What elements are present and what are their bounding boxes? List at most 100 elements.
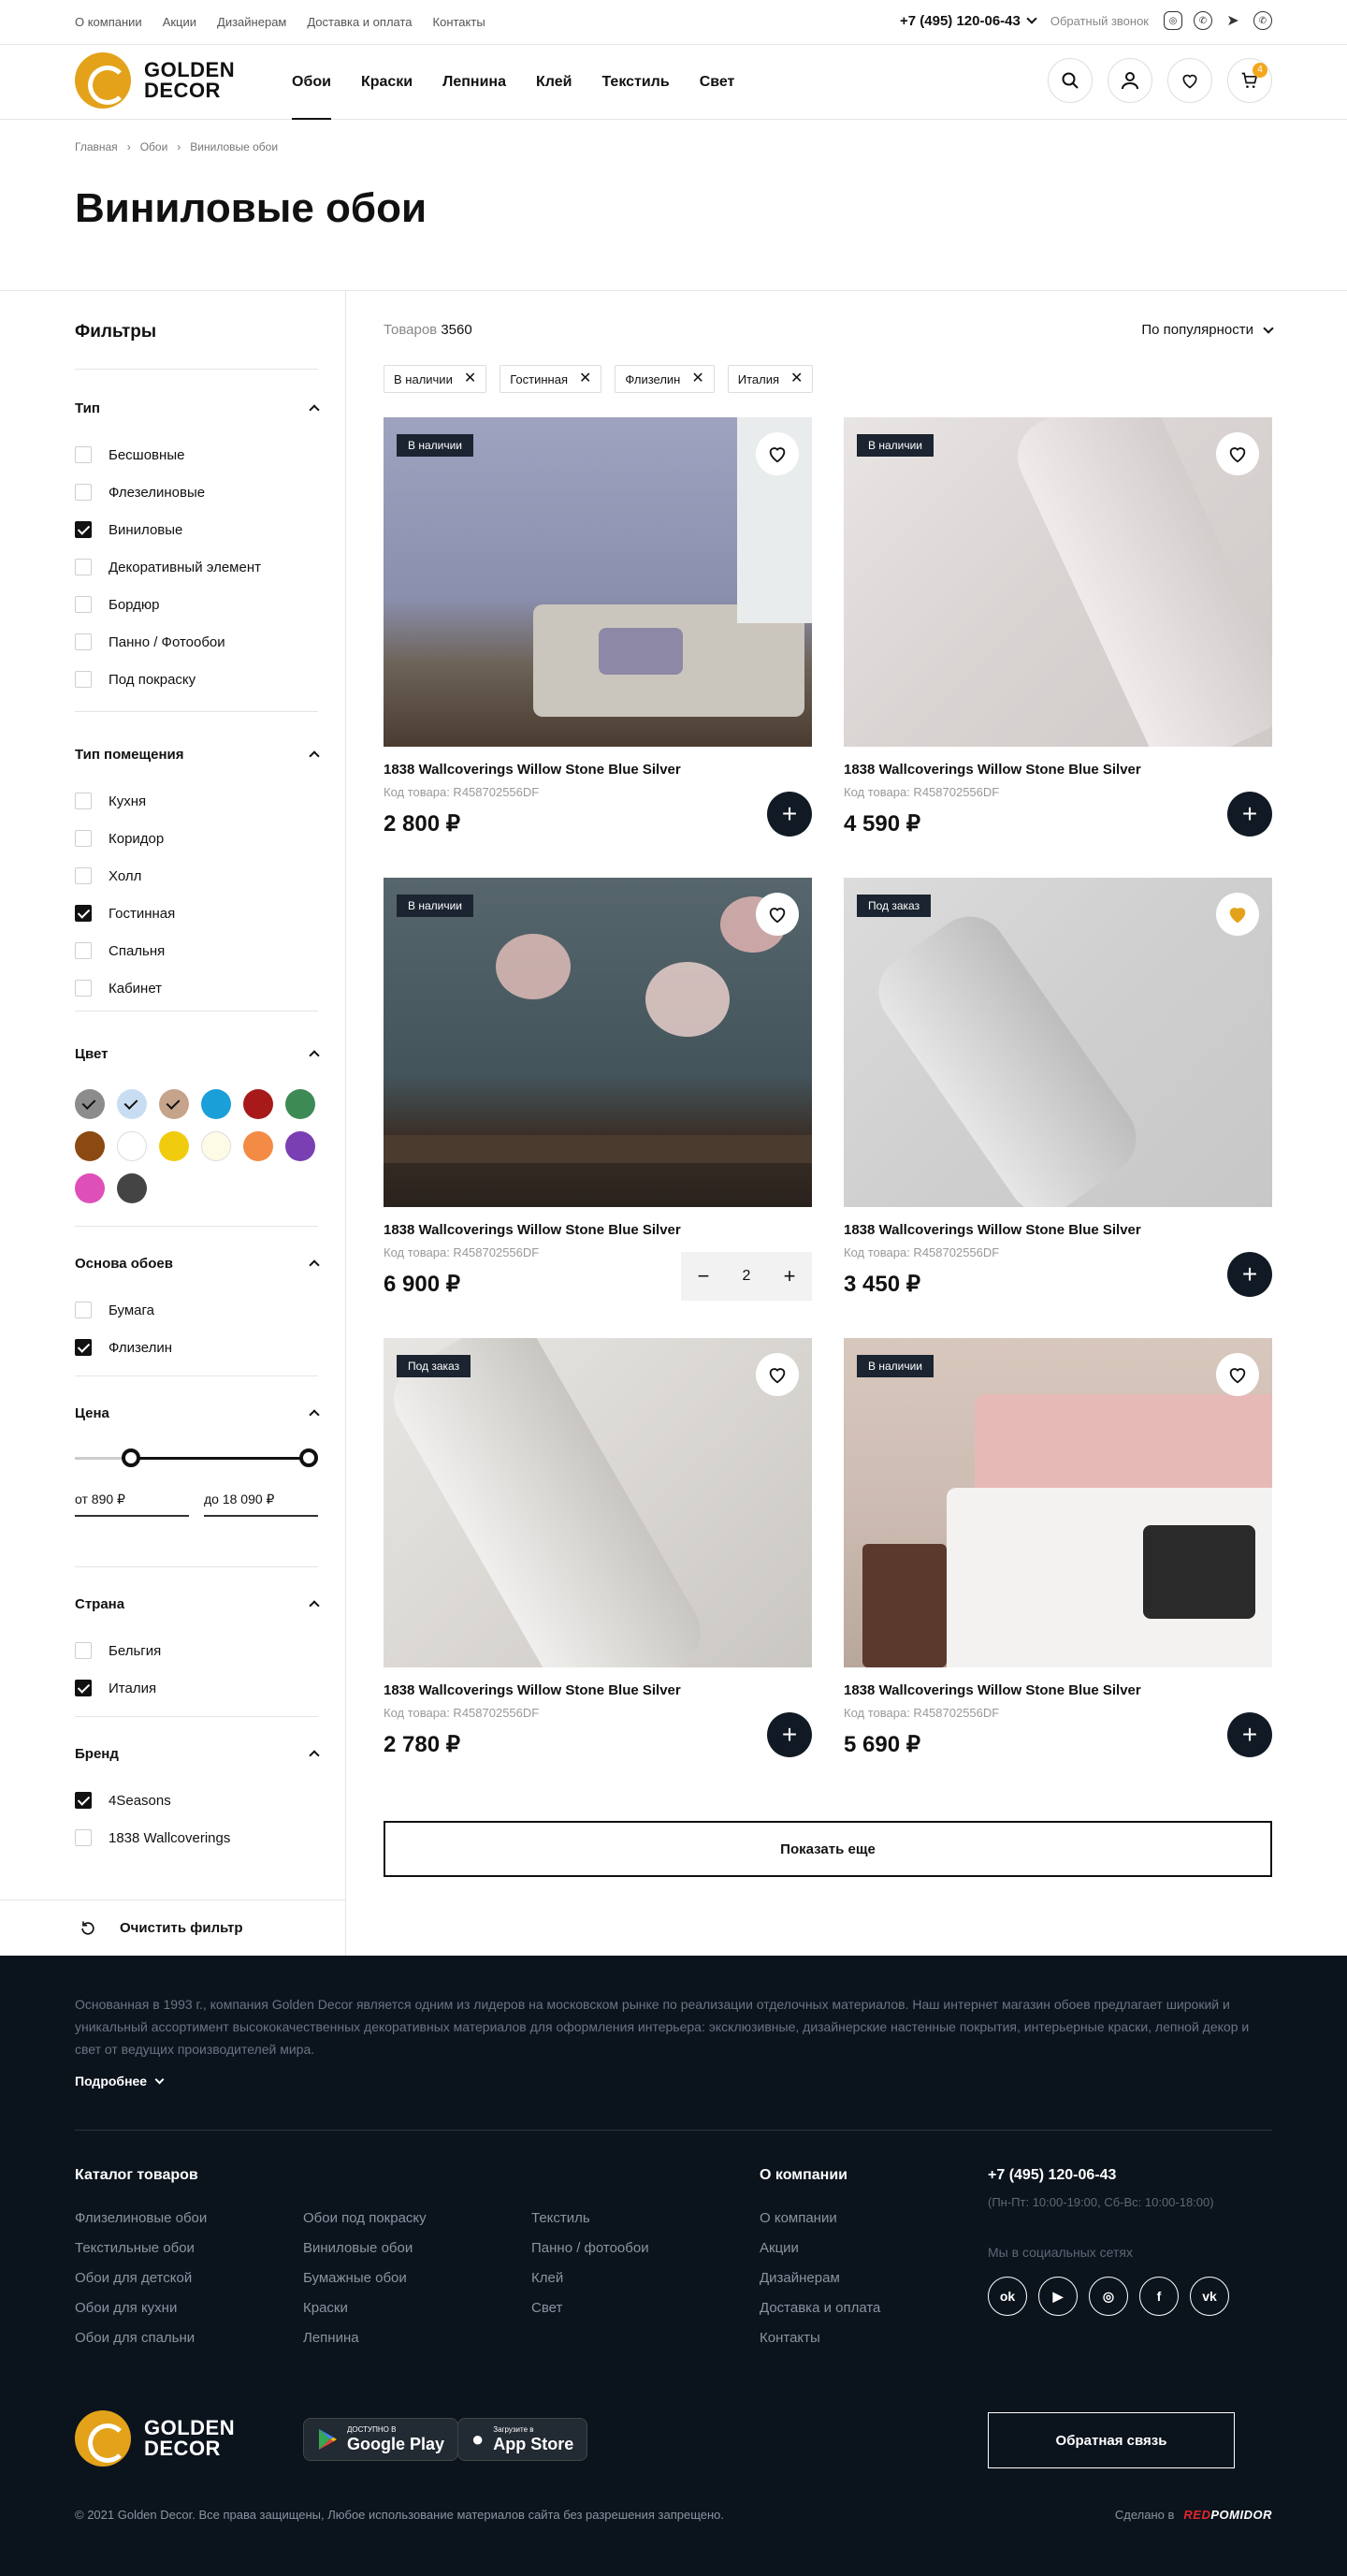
favorite-button[interactable] (756, 1353, 799, 1396)
footer-link[interactable]: Обои под покраску (303, 2210, 531, 2240)
breadcrumb-home[interactable]: Главная (75, 140, 118, 153)
footer-link[interactable]: Краски (303, 2300, 531, 2330)
footer-link[interactable]: Панно / фотообои (531, 2240, 718, 2270)
footer-link[interactable]: Свет (531, 2300, 718, 2330)
filter-option[interactable]: Виниловые (75, 511, 318, 548)
top-link-promo[interactable]: Акции (163, 15, 196, 29)
product-name[interactable]: 1838 Wallcoverings Willow Stone Blue Sil… (844, 762, 1272, 778)
checkbox-checked[interactable] (75, 1680, 92, 1696)
product-name[interactable]: 1838 Wallcoverings Willow Stone Blue Sil… (844, 1682, 1272, 1698)
color-swatch[interactable] (285, 1089, 315, 1119)
color-swatch[interactable] (285, 1131, 315, 1161)
product-card[interactable]: В наличии 1838 Wallcoverings Willow Ston… (384, 878, 812, 1301)
checkbox[interactable] (75, 633, 92, 650)
add-to-cart-button[interactable]: + (1227, 792, 1272, 837)
add-to-cart-button[interactable]: + (767, 792, 812, 837)
filter-option[interactable]: Бесшовные (75, 436, 318, 473)
checkbox[interactable] (75, 596, 92, 613)
product-card[interactable]: Под заказ 1838 Wallcoverings Willow Ston… (384, 1338, 812, 1757)
top-link-delivery[interactable]: Доставка и оплата (307, 15, 412, 29)
color-swatch[interactable] (117, 1173, 147, 1203)
checkbox[interactable] (75, 671, 92, 688)
top-link-designers[interactable]: Дизайнерам (217, 15, 286, 29)
color-swatch[interactable] (159, 1089, 189, 1119)
product-name[interactable]: 1838 Wallcoverings Willow Stone Blue Sil… (844, 1222, 1272, 1238)
footer-phone[interactable]: +7 (495) 120-06-43 (988, 2167, 1229, 2184)
checkbox[interactable] (75, 830, 92, 847)
feedback-button[interactable]: Обратная связь (988, 2412, 1235, 2468)
filter-price-header[interactable]: Цена (75, 1404, 320, 1422)
price-slider[interactable] (75, 1448, 318, 1467)
color-swatch[interactable] (75, 1173, 105, 1203)
nav-wallpaper[interactable]: Обои (292, 45, 331, 120)
nav-light[interactable]: Свет (700, 45, 735, 120)
color-swatch[interactable] (201, 1131, 231, 1161)
filter-color-header[interactable]: Цвет (75, 1044, 320, 1063)
product-image[interactable]: В наличии (844, 417, 1272, 747)
footer-link[interactable]: Бумажные обои (303, 2270, 531, 2300)
close-icon[interactable]: ✕ (790, 371, 803, 386)
checkbox-checked[interactable] (75, 1339, 92, 1356)
callback-link[interactable]: Обратный звонок (1050, 14, 1149, 28)
filter-type-header[interactable]: Тип (75, 399, 320, 417)
color-swatch[interactable] (117, 1131, 147, 1161)
checkbox[interactable] (75, 1829, 92, 1846)
footer-link[interactable]: Флизелиновые обои (75, 2210, 303, 2240)
logo[interactable]: GOLDEN DECOR (75, 52, 235, 109)
product-image[interactable]: В наличии (384, 417, 812, 747)
slider-handle-min[interactable] (122, 1448, 140, 1467)
filter-option[interactable]: Флизелин (75, 1329, 318, 1366)
checkbox[interactable] (75, 484, 92, 501)
checkbox[interactable] (75, 1302, 92, 1318)
app-store-button[interactable]: ● Загрузите в App Store (457, 2418, 588, 2461)
breadcrumb-wallpaper[interactable]: Обои (140, 140, 168, 153)
close-icon[interactable]: ✕ (579, 371, 591, 386)
filter-option[interactable]: 4Seasons (75, 1782, 318, 1819)
checkbox[interactable] (75, 793, 92, 809)
vk-icon[interactable]: vk (1190, 2277, 1229, 2316)
footer-logo[interactable]: GOLDEN DECOR (75, 2410, 235, 2467)
filter-option[interactable]: Спальня (75, 932, 318, 969)
checkbox[interactable] (75, 942, 92, 959)
search-button[interactable] (1048, 58, 1093, 103)
filter-option[interactable]: Гостинная (75, 895, 318, 932)
footer-link[interactable]: О компании (760, 2210, 880, 2240)
nav-molding[interactable]: Лепнина (442, 45, 506, 120)
color-swatch[interactable] (159, 1131, 189, 1161)
product-image[interactable]: Под заказ (844, 878, 1272, 1207)
footer-link[interactable]: Акции (760, 2240, 880, 2270)
filter-room-header[interactable]: Тип помещения (75, 745, 320, 764)
google-play-button[interactable]: ДОСТУПНО В Google Play (303, 2418, 459, 2461)
color-swatch[interactable] (243, 1089, 273, 1119)
checkbox[interactable] (75, 559, 92, 575)
filter-option[interactable]: Под покраску (75, 661, 318, 698)
footer-link[interactable]: Обои для детской (75, 2270, 303, 2300)
favorite-button[interactable] (756, 432, 799, 475)
price-from-input[interactable]: от 890 ₽ (75, 1492, 189, 1517)
sort-dropdown[interactable]: По популярности (1141, 322, 1274, 338)
footer-link[interactable]: Текстиль (531, 2210, 718, 2240)
quantity-stepper[interactable]: − 2 + (681, 1252, 812, 1301)
product-image[interactable]: В наличии (844, 1338, 1272, 1667)
color-swatch[interactable] (117, 1089, 147, 1119)
color-swatch[interactable] (75, 1089, 105, 1119)
nav-glue[interactable]: Клей (536, 45, 572, 120)
footer-link[interactable]: Обои для спальни (75, 2330, 303, 2360)
product-image[interactable]: Под заказ (384, 1338, 812, 1667)
product-image[interactable]: В наличии (384, 878, 812, 1207)
favorite-button[interactable] (756, 893, 799, 936)
filter-option[interactable]: Флезелиновые (75, 473, 318, 511)
top-link-about[interactable]: О компании (75, 15, 142, 29)
footer-more-link[interactable]: Подробнее (75, 2074, 165, 2088)
add-to-cart-button[interactable]: + (767, 1712, 812, 1757)
footer-link[interactable]: Обои для кухни (75, 2300, 303, 2330)
filter-chip[interactable]: Гостинная ✕ (500, 365, 602, 393)
footer-link[interactable]: Лепнина (303, 2330, 531, 2360)
footer-link[interactable]: Контакты (760, 2330, 880, 2360)
filter-option[interactable]: Кухня (75, 782, 318, 820)
whatsapp-icon[interactable]: ✆ (1253, 11, 1272, 30)
nav-paints[interactable]: Краски (361, 45, 413, 120)
checkbox-checked[interactable] (75, 905, 92, 922)
price-to-input[interactable]: до 18 090 ₽ (204, 1492, 318, 1517)
slider-handle-max[interactable] (299, 1448, 318, 1467)
